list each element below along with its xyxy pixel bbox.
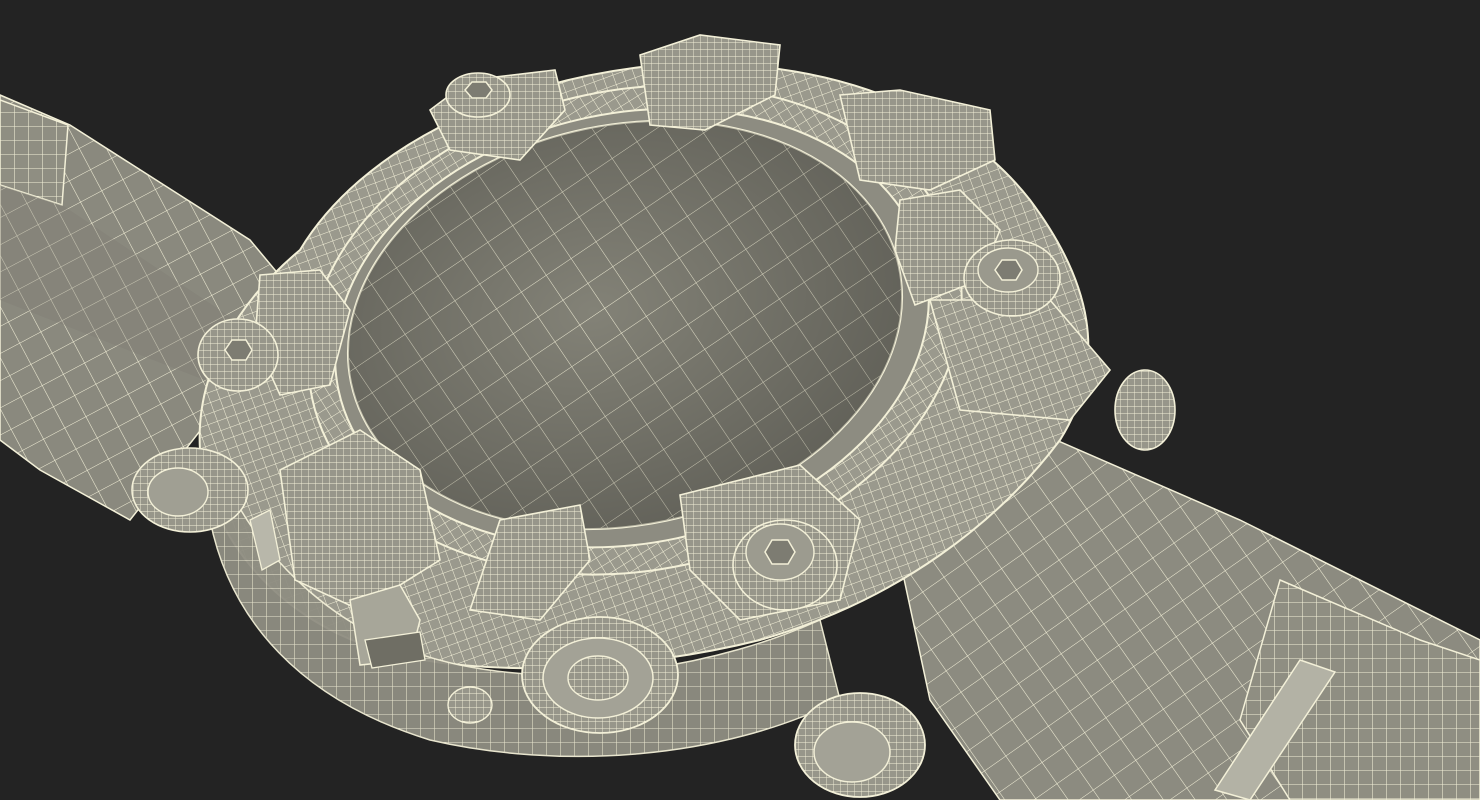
- pusher-button-bottom: [521, 616, 679, 734]
- screw-bottom: [732, 519, 838, 611]
- screw-right: [963, 239, 1061, 317]
- watch-wireframe-render: [0, 0, 1480, 800]
- screw-left: [197, 318, 279, 392]
- screw-top-left: [445, 72, 511, 118]
- pusher-button-lower-left: [131, 447, 249, 533]
- pusher-button-right: [1114, 369, 1176, 451]
- render-viewport: [0, 0, 1480, 800]
- pusher-button-bottom-right: [794, 692, 926, 798]
